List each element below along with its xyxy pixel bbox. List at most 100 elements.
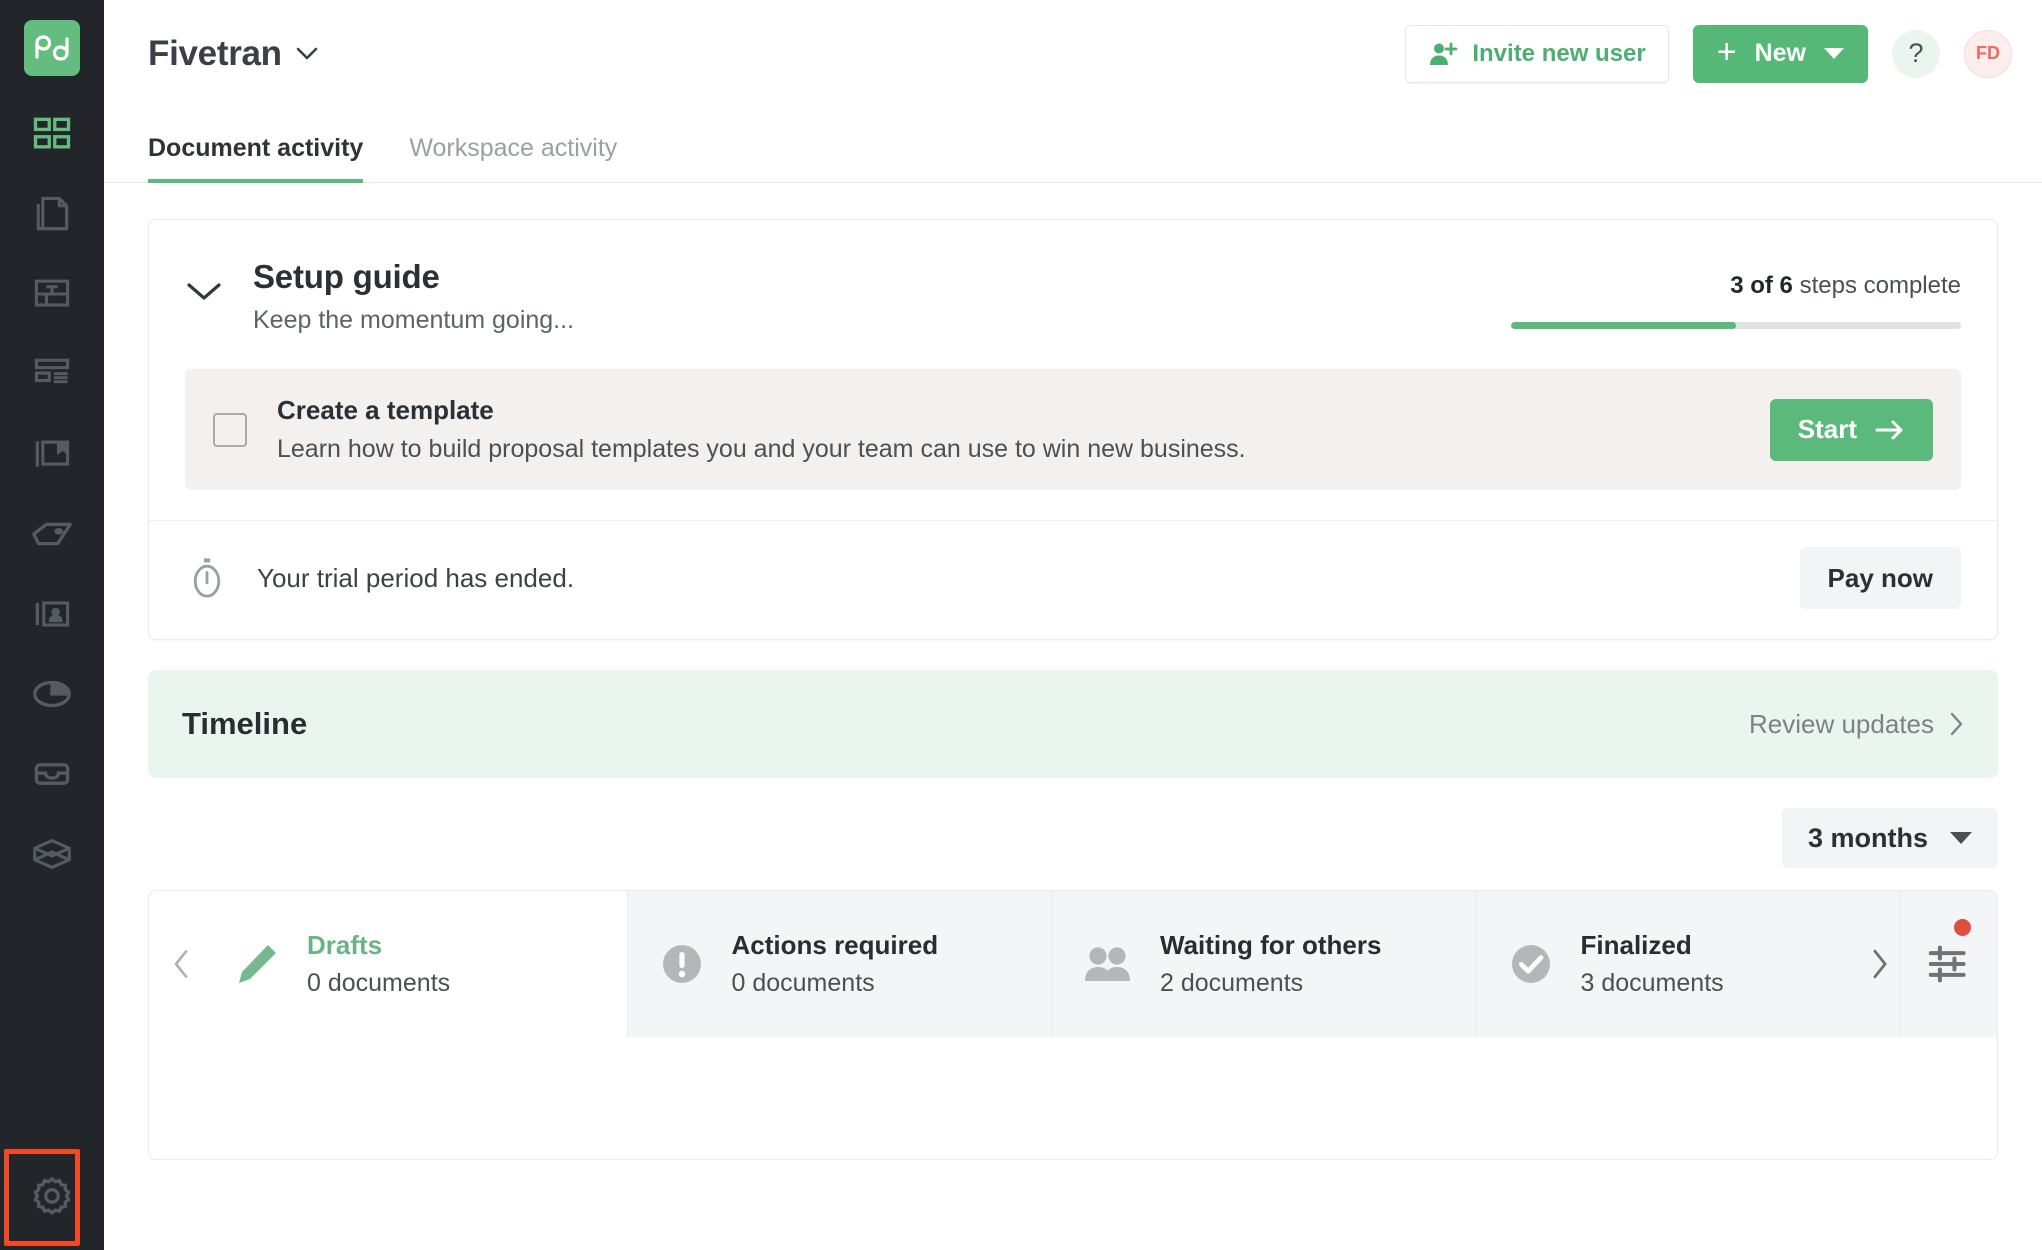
app-root: Fivetran Invite new user + New ? FD Docu… (0, 0, 2042, 1250)
chevron-right-icon (1873, 949, 1887, 979)
contacts-icon (35, 601, 70, 627)
chevron-right-icon (1950, 712, 1963, 736)
task-text: Create a template Learn how to build pro… (277, 395, 1246, 464)
grid-dashboard-icon (33, 117, 71, 149)
gear-icon (33, 1176, 71, 1215)
document-status-strip: Drafts 0 documents Actions required 0 do… (148, 890, 1998, 1160)
date-range-value: 3 months (1807, 822, 1928, 853)
status-cell-drafts[interactable]: Drafts 0 documents (203, 891, 628, 1037)
sidebar-item-settings[interactable] (0, 1145, 104, 1250)
filter-button[interactable] (1901, 891, 1997, 1037)
filter-badge-dot (1954, 919, 1971, 936)
new-button[interactable]: + New (1692, 24, 1868, 83)
help-button[interactable]: ? (1892, 29, 1940, 78)
plus-icon: + (1716, 33, 1737, 71)
start-button-label: Start (1797, 414, 1857, 444)
trial-row: Your trial period has ended. Pay now (149, 520, 1997, 639)
sidebar-item-catalog[interactable] (0, 414, 104, 494)
pay-now-label: Pay now (1827, 562, 1933, 593)
workspace-name: Fivetran (148, 33, 282, 73)
timeline-banner: Timeline Review updates (148, 670, 1998, 778)
status-count: 0 documents (307, 969, 451, 997)
stopwatch-icon (193, 558, 221, 598)
pencil-icon (239, 945, 276, 983)
setup-guide-steps-suffix: steps complete (1792, 272, 1961, 299)
inbox-icon (34, 763, 70, 785)
status-count: 3 documents (1580, 969, 1724, 997)
status-count: 2 documents (1160, 969, 1304, 997)
setup-guide-header: Setup guide Keep the momentum going... 3… (149, 220, 1997, 369)
setup-guide-progress-bar (1511, 322, 1961, 329)
documents-icon (36, 196, 69, 231)
sidebar-item-content-library[interactable] (0, 334, 104, 414)
setup-guide-text: Setup guide Keep the momentum going... (253, 258, 574, 335)
user-plus-icon (1430, 42, 1458, 65)
status-strip-inner: Drafts 0 documents Actions required 0 do… (149, 891, 1997, 1037)
range-row: 3 months (148, 808, 1998, 868)
status-label: Waiting for others (1160, 930, 1382, 960)
sidebar-item-reports[interactable] (0, 654, 104, 734)
setup-guide-subtitle: Keep the momentum going... (253, 306, 575, 334)
status-cell-text: Actions required 0 documents (732, 930, 939, 998)
trial-icon-wrap (185, 556, 229, 600)
status-label: Actions required (731, 930, 939, 960)
timeline-title: Timeline (182, 706, 308, 741)
start-button[interactable]: Start (1769, 398, 1933, 461)
sidebar-item-dashboard[interactable] (0, 94, 104, 174)
date-range-selector[interactable]: 3 months (1781, 808, 1998, 868)
status-scroll-left-button[interactable] (159, 891, 203, 1037)
workspace-switcher[interactable]: Fivetran (148, 34, 318, 74)
sidebar-item-templates[interactable] (0, 254, 104, 334)
avatar[interactable]: FD (1964, 29, 2012, 78)
pay-now-button[interactable]: Pay now (1799, 547, 1961, 609)
chevron-down-icon (296, 47, 318, 60)
sidebar-item-contacts[interactable] (0, 574, 104, 654)
trial-message: Your trial period has ended. (257, 562, 575, 593)
pricing-tag-icon (32, 522, 72, 546)
setup-guide-collapse-toggle[interactable] (185, 280, 231, 307)
sidebar-item-pricing[interactable] (0, 494, 104, 574)
top-bar: Fivetran Invite new user + New ? FD (104, 0, 2042, 108)
pandadoc-logo-glyph (35, 35, 69, 61)
status-cell-actions-required[interactable]: Actions required 0 documents (627, 891, 1052, 1037)
chevron-down-icon (187, 283, 221, 300)
sidebar-item-documents[interactable] (0, 174, 104, 254)
left-sidebar (0, 0, 104, 1250)
setup-guide-task-wrap: Create a template Learn how to build pro… (149, 369, 1997, 490)
status-cell-waiting-for-others[interactable]: Waiting for others 2 documents (1052, 891, 1477, 1037)
setup-guide-steps-count: 3 of 6 (1730, 272, 1793, 299)
review-updates-link[interactable]: Review updates (1749, 709, 1964, 740)
page-content: Setup guide Keep the momentum going... 3… (104, 183, 2042, 1160)
new-button-label: New (1754, 39, 1806, 67)
tab-workspace-activity[interactable]: Workspace activity (409, 134, 617, 183)
review-updates-label: Review updates (1749, 708, 1934, 739)
status-count: 0 documents (731, 969, 875, 997)
integrations-box-icon (33, 839, 71, 869)
pandadoc-logo[interactable] (24, 20, 80, 76)
templates-icon (34, 279, 70, 307)
task-checkbox[interactable] (213, 412, 247, 447)
sidebar-item-inbox[interactable] (0, 734, 104, 814)
status-cell-finalized[interactable]: Finalized 3 documents (1476, 891, 1901, 1037)
reports-pie-icon (33, 680, 71, 708)
chevron-down-icon (1950, 832, 1972, 844)
status-cell-text: Waiting for others 2 documents (1160, 930, 1381, 998)
content-library-icon (34, 358, 70, 384)
filter-sliders-icon (1928, 945, 1966, 983)
invite-new-user-label: Invite new user (1472, 39, 1646, 67)
arrow-right-icon (1875, 420, 1903, 439)
setup-guide-task: Create a template Learn how to build pro… (185, 369, 1961, 490)
people-icon (1085, 947, 1130, 981)
setup-guide-title: Setup guide (253, 258, 440, 295)
invite-new-user-button[interactable]: Invite new user (1405, 24, 1669, 83)
status-cell-text: Drafts 0 documents (307, 930, 450, 998)
setup-guide-steps-text: 3 of 6 steps complete (1511, 272, 1961, 300)
tab-document-activity[interactable]: Document activity (148, 134, 364, 183)
catalog-icon (35, 440, 70, 467)
status-scroll-right-button[interactable] (1871, 891, 1889, 1037)
top-actions: Invite new user + New ? FD (1405, 24, 2012, 83)
sidebar-item-integrations[interactable] (0, 814, 104, 894)
task-title: Create a template (277, 395, 494, 425)
chevron-down-icon (1824, 48, 1844, 59)
setup-guide-progress-fill (1511, 322, 1736, 329)
